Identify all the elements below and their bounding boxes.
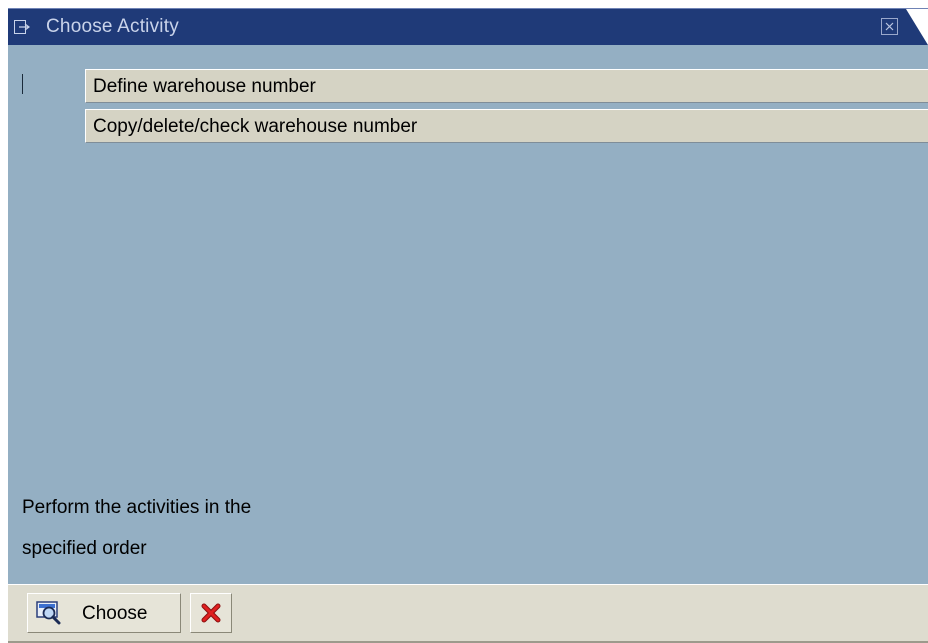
activity-label: Define warehouse number: [93, 76, 316, 97]
title-bar[interactable]: Choose Activity: [8, 8, 928, 45]
window-left-edge: [0, 0, 8, 643]
info-text-line-2: specified order: [22, 538, 147, 559]
footer-toolbar: Choose: [8, 584, 928, 643]
activity-row-copy-delete-check-warehouse-number[interactable]: Copy/delete/check warehouse number: [85, 109, 928, 143]
title-bar-corner: [906, 9, 928, 45]
choose-activity-dialog: Choose Activity Define warehouse number …: [0, 0, 928, 643]
activity-label: Copy/delete/check warehouse number: [93, 116, 418, 137]
text-cursor: [22, 74, 23, 94]
dialog-title: Choose Activity: [46, 16, 179, 37]
cancel-button[interactable]: [190, 593, 232, 633]
close-icon[interactable]: [881, 18, 898, 35]
info-text-line-1: Perform the activities in the: [22, 497, 252, 518]
choose-magnifier-icon: [36, 601, 62, 625]
choose-button-label: Choose: [82, 603, 148, 624]
dialog-icon: [14, 20, 30, 34]
cancel-x-icon: [201, 603, 221, 623]
choose-button[interactable]: Choose: [27, 593, 181, 633]
dialog-content: Define warehouse number Copy/delete/chec…: [8, 45, 928, 584]
activity-row-define-warehouse-number[interactable]: Define warehouse number: [85, 69, 928, 103]
